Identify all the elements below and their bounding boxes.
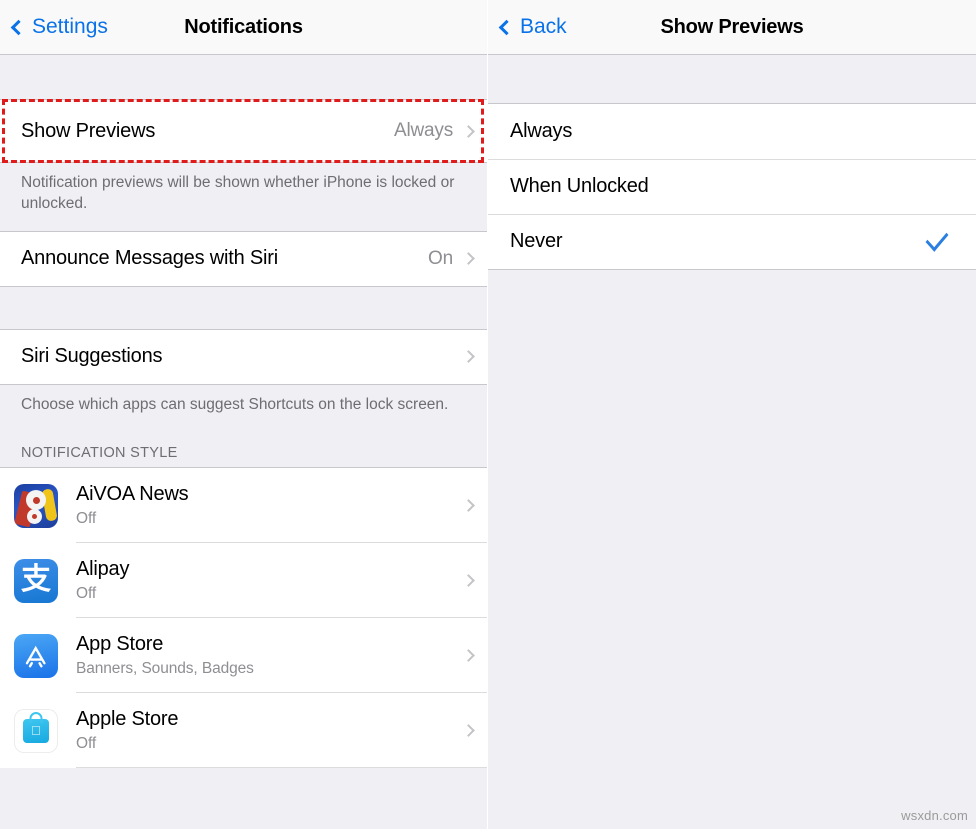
- app-text-block: Alipay Off: [76, 558, 464, 603]
- dual-screenshot-container: Settings Notifications Show Previews Alw…: [0, 0, 976, 829]
- alipay-glyph: 支: [21, 562, 51, 598]
- announce-messages-group: Announce Messages with Siri On: [0, 230, 487, 287]
- option-label: Never: [510, 230, 563, 252]
- app-name: App Store: [76, 633, 164, 656]
- apple-logo-glyph: : [31, 724, 41, 737]
- back-button[interactable]: Back: [488, 15, 567, 39]
- list-item[interactable]: AiVOA News Off: [0, 468, 487, 544]
- app-text-block: AiVOA News Off: [76, 483, 464, 528]
- show-previews-group: Show Previews Always: [0, 99, 487, 163]
- option-label: Always: [510, 120, 573, 142]
- announce-messages-value: On: [428, 247, 453, 269]
- siri-suggestions-row[interactable]: Siri Suggestions: [0, 329, 487, 384]
- back-button-label: Back: [520, 15, 567, 38]
- app-text-block: App Store Banners, Sounds, Badges: [76, 633, 464, 678]
- app-status: Off: [76, 510, 97, 528]
- app-name: Alipay: [76, 558, 130, 581]
- app-name: AiVOA News: [76, 483, 189, 506]
- back-button-label: Settings: [32, 15, 108, 38]
- app-status: Banners, Sounds, Badges: [76, 660, 254, 678]
- top-spacer: [488, 55, 976, 103]
- announce-messages-label: Announce Messages with Siri: [21, 247, 278, 270]
- left-navigation-bar: Settings Notifications: [0, 0, 487, 55]
- app-name: Apple Store: [76, 708, 179, 731]
- chevron-left-icon: [10, 19, 27, 35]
- alipay-app-icon: 支: [14, 558, 58, 603]
- siri-suggestions-group: Siri Suggestions: [0, 328, 487, 385]
- app-store-app-icon: [14, 633, 58, 678]
- list-item[interactable]:  Apple Store Off: [0, 693, 487, 769]
- option-label: When Unlocked: [510, 175, 649, 197]
- back-to-settings-button[interactable]: Settings: [0, 15, 108, 39]
- chevron-right-icon: [462, 574, 475, 587]
- chevron-right-icon: [462, 649, 475, 662]
- list-item[interactable]: App Store Banners, Sounds, Badges: [0, 618, 487, 694]
- app-notification-list: AiVOA News Off 支 Alipay Off App Store Ba…: [0, 467, 487, 769]
- list-item[interactable]: 支 Alipay Off: [0, 543, 487, 619]
- show-previews-row[interactable]: Show Previews Always: [0, 100, 487, 162]
- preview-options-group: Always When Unlocked Never: [488, 103, 976, 270]
- show-previews-label: Show Previews: [21, 119, 156, 142]
- app-status: Off: [76, 735, 97, 753]
- chevron-right-icon: [462, 124, 475, 138]
- chevron-right-icon: [462, 724, 475, 737]
- checkmark-icon: [925, 224, 949, 252]
- option-when-unlocked[interactable]: When Unlocked: [488, 159, 976, 214]
- siri-suggestions-label: Siri Suggestions: [21, 345, 163, 368]
- notification-style-header: NOTIFICATION STYLE: [0, 431, 487, 468]
- app-text-block: Apple Store Off: [76, 708, 464, 753]
- watermark: wsxdn.com: [901, 808, 968, 823]
- top-spacer: [0, 55, 487, 99]
- option-never[interactable]: Never: [488, 214, 976, 269]
- siri-suggestions-footnote: Choose which apps can suggest Shortcuts …: [0, 384, 487, 432]
- chevron-right-icon: [462, 252, 475, 266]
- option-always[interactable]: Always: [488, 104, 976, 159]
- notifications-screen: Settings Notifications Show Previews Alw…: [0, 0, 488, 829]
- app-status: Off: [76, 585, 97, 603]
- announce-messages-row[interactable]: Announce Messages with Siri On: [0, 231, 487, 286]
- chevron-left-icon: [498, 19, 515, 35]
- chevron-right-icon: [462, 499, 475, 512]
- show-previews-footnote: Notification previews will be shown whet…: [0, 163, 487, 231]
- group-spacer: [0, 286, 487, 329]
- apple-store-app-icon: : [14, 708, 58, 753]
- chevron-right-icon: [462, 350, 475, 364]
- show-previews-value: Always: [394, 120, 453, 141]
- show-previews-screen: Back Show Previews Always When Unlocked …: [488, 0, 976, 829]
- aivoa-news-app-icon: [14, 483, 58, 528]
- right-navigation-bar: Back Show Previews: [488, 0, 976, 55]
